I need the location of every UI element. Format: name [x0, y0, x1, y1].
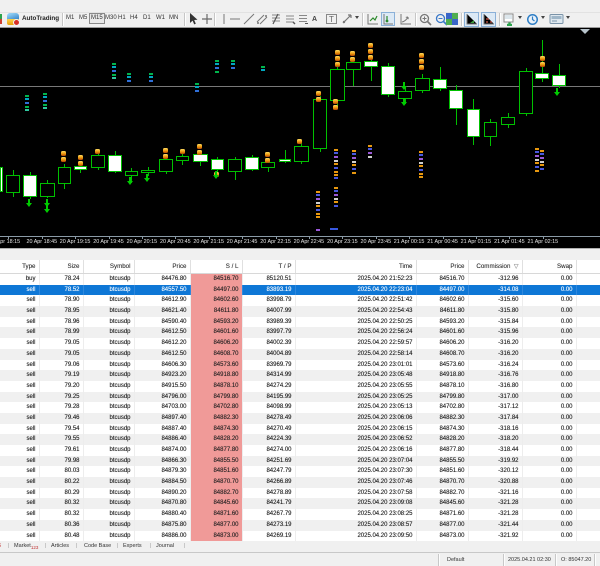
- svg-text:T: T: [329, 15, 334, 24]
